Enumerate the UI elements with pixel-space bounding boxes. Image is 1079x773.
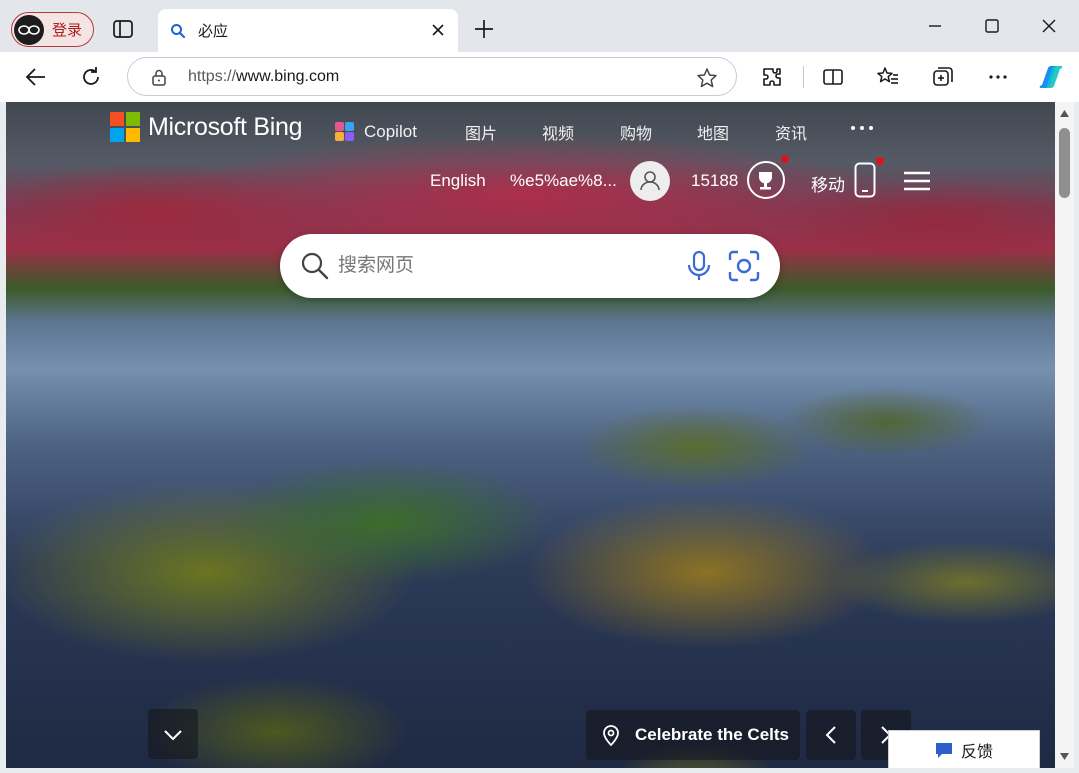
maximize-icon[interactable] bbox=[980, 14, 1004, 38]
close-window-icon[interactable] bbox=[1037, 14, 1061, 38]
caption-text: Celebrate the Celts bbox=[635, 725, 789, 744]
back-icon[interactable] bbox=[24, 65, 48, 89]
microsoft-logo-icon bbox=[110, 112, 140, 142]
nav-maps[interactable]: 地图 bbox=[697, 120, 729, 144]
title-bar: 登录 必应 bbox=[0, 0, 1079, 52]
profile-button[interactable]: 登录 bbox=[11, 12, 94, 47]
more-options-icon[interactable] bbox=[986, 65, 1010, 89]
feedback-icon bbox=[936, 743, 952, 758]
page-scrollbar[interactable] bbox=[1055, 102, 1074, 768]
previous-image-button[interactable] bbox=[806, 710, 856, 760]
copilot-icon bbox=[335, 122, 354, 141]
search-box[interactable] bbox=[280, 234, 780, 298]
tab-bing[interactable]: 必应 bbox=[158, 9, 458, 52]
search-favicon-icon bbox=[171, 23, 186, 38]
mobile-link[interactable]: 移动 bbox=[811, 171, 845, 196]
bing-logo[interactable]: Microsoft Bing bbox=[110, 112, 302, 142]
location-pin-icon bbox=[603, 725, 619, 746]
close-tab-icon[interactable] bbox=[430, 22, 446, 38]
nav-copilot[interactable]: Copilot bbox=[334, 121, 417, 142]
lock-icon[interactable] bbox=[150, 68, 168, 86]
extensions-icon[interactable] bbox=[760, 65, 784, 89]
scrollbar-thumb[interactable] bbox=[1059, 128, 1070, 198]
nav-news[interactable]: 资讯 bbox=[775, 120, 807, 144]
profile-avatar-icon bbox=[14, 14, 44, 45]
favorite-star-icon[interactable] bbox=[696, 67, 718, 89]
rewards-notification-dot bbox=[781, 155, 789, 163]
new-tab-icon[interactable] bbox=[472, 17, 496, 41]
address-bar[interactable]: https://www.bing.com bbox=[127, 57, 737, 96]
refresh-icon[interactable] bbox=[79, 65, 103, 89]
microphone-icon[interactable] bbox=[686, 250, 712, 282]
scroll-down-arrow-icon[interactable] bbox=[1060, 753, 1069, 760]
tab-title: 必应 bbox=[198, 23, 229, 40]
user-icon bbox=[640, 171, 660, 191]
rewards-trophy-icon[interactable] bbox=[747, 161, 785, 199]
nav-images[interactable]: 图片 bbox=[465, 120, 497, 144]
minimize-icon[interactable] bbox=[923, 14, 947, 38]
search-input[interactable] bbox=[338, 250, 668, 282]
copilot-sidebar-icon[interactable] bbox=[1036, 63, 1066, 91]
brand-name: Microsoft Bing bbox=[148, 112, 303, 141]
nav-videos[interactable]: 视频 bbox=[542, 120, 574, 144]
rewards-points[interactable]: 15188 bbox=[691, 171, 738, 191]
nav-more-icon[interactable] bbox=[850, 122, 874, 134]
language-link[interactable]: English bbox=[430, 171, 486, 191]
favorites-icon[interactable] bbox=[876, 65, 900, 89]
mobile-notification-dot bbox=[876, 157, 884, 165]
feedback-button[interactable]: 反馈 bbox=[888, 730, 1040, 768]
chevron-left-icon bbox=[825, 726, 836, 744]
bing-homepage: Microsoft Bing Copilot 图片 视频 购物 地图 资讯 En… bbox=[6, 102, 1055, 768]
collections-icon[interactable] bbox=[931, 65, 955, 89]
tab-actions-icon[interactable] bbox=[110, 16, 136, 42]
split-screen-icon[interactable] bbox=[821, 65, 845, 89]
scroll-up-arrow-icon[interactable] bbox=[1060, 110, 1069, 117]
nav-shopping[interactable]: 购物 bbox=[620, 120, 652, 144]
scroll-down-button[interactable] bbox=[148, 709, 198, 759]
browser-toolbar: https://www.bing.com bbox=[0, 52, 1079, 102]
username-link[interactable]: %e5%ae%8... bbox=[510, 171, 617, 191]
image-caption[interactable]: Celebrate the Celts bbox=[586, 710, 800, 760]
menu-icon[interactable] bbox=[904, 171, 930, 191]
phone-icon[interactable] bbox=[854, 162, 876, 198]
toolbar-separator bbox=[803, 66, 804, 88]
user-avatar[interactable] bbox=[630, 161, 670, 201]
search-icon[interactable] bbox=[300, 251, 330, 281]
url-text[interactable]: https://www.bing.com bbox=[188, 68, 339, 86]
profile-label: 登录 bbox=[52, 22, 83, 39]
chevron-down-icon bbox=[164, 730, 182, 741]
visual-search-icon[interactable] bbox=[727, 249, 761, 283]
